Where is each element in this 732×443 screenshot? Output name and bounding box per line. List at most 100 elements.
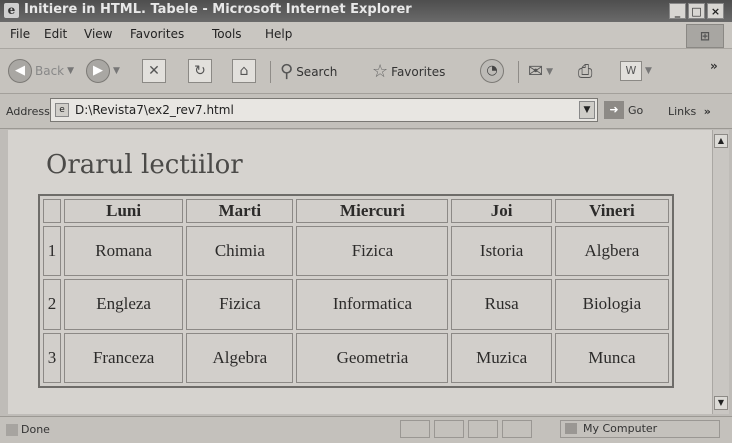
header-vineri: Vineri: [554, 199, 669, 223]
address-input[interactable]: e D:\Revista7\ex2_rev7.html ▼: [50, 98, 598, 122]
toolbar-separator: [518, 61, 519, 83]
back-icon: ◀: [8, 59, 32, 83]
address-dropdown-icon[interactable]: ▼: [579, 101, 595, 119]
mail-button[interactable]: ✉ ▼: [528, 61, 553, 82]
table-cell: Fizica: [186, 279, 294, 330]
maximize-button[interactable]: □: [688, 3, 705, 19]
home-button[interactable]: ⌂: [232, 59, 256, 83]
menu-bar: File Edit View Favorites Tools Help ⊞: [0, 22, 732, 49]
header-marti: Marti: [186, 199, 294, 223]
table-cell: Munca: [554, 332, 669, 383]
favorites-star-icon: ☆: [372, 61, 389, 82]
computer-icon: [565, 423, 577, 434]
search-label: Search: [296, 64, 338, 79]
toolbar-separator: [270, 61, 271, 83]
home-icon: ⌂: [232, 59, 256, 83]
status-text: Done: [21, 423, 50, 436]
print-button[interactable]: ⎙: [578, 61, 592, 82]
forward-button[interactable]: ▶ ▼: [86, 59, 120, 83]
window-controls: _ □ ×: [669, 3, 724, 19]
menu-favorites[interactable]: Favorites: [130, 27, 184, 41]
table-cell: Istoria: [451, 226, 552, 277]
history-icon: ◔: [480, 59, 504, 83]
favorites-button[interactable]: ☆ Favorites: [372, 61, 445, 82]
toolbar: ◀ Back ▼ ▶ ▼ ✕ ↻ ⌂ ⚲ Search ☆ Favorites …: [0, 49, 732, 94]
row-number: 3: [43, 332, 61, 383]
back-button[interactable]: ◀ Back ▼: [8, 59, 74, 83]
edit-icon: W: [620, 61, 642, 81]
mail-icon: ✉: [528, 61, 544, 82]
status-pane: [400, 420, 430, 438]
browser-window: e Initiere in HTML. Tabele - Microsoft I…: [0, 0, 732, 443]
table-row: 1 Romana Chimia Fizica Istoria Algbera: [43, 226, 669, 277]
menu-help[interactable]: Help: [265, 27, 292, 41]
table-cell: Romana: [64, 226, 184, 277]
table-cell: Geometria: [296, 332, 449, 383]
header-miercuri: Miercuri: [296, 199, 449, 223]
favorites-label: Favorites: [391, 64, 446, 79]
table-cell: Muzica: [451, 332, 552, 383]
table-row: 3 Franceza Algebra Geometria Muzica Munc…: [43, 332, 669, 383]
go-label: Go: [628, 103, 644, 117]
menu-edit[interactable]: Edit: [44, 27, 67, 41]
ie-logo-icon: e: [4, 3, 19, 18]
toolbar-chevron-icon[interactable]: »: [710, 59, 718, 73]
edit-button[interactable]: W ▼: [620, 61, 652, 81]
menu-view[interactable]: View: [84, 27, 112, 41]
table-cell: Rusa: [451, 279, 552, 330]
mail-dropdown-icon: ▼: [546, 66, 554, 77]
links-label: Links: [668, 105, 697, 118]
header-joi: Joi: [451, 199, 552, 223]
status-done: Done: [6, 423, 50, 436]
back-label: Back: [35, 64, 65, 78]
status-pane: [468, 420, 498, 438]
search-icon: ⚲: [280, 61, 294, 82]
history-button[interactable]: ◔: [480, 59, 504, 83]
scroll-down-icon[interactable]: ▼: [714, 396, 728, 410]
edit-dropdown-icon: ▼: [645, 66, 652, 76]
table-cell: Algbera: [554, 226, 669, 277]
menu-file[interactable]: File: [10, 27, 30, 41]
table-cell: Algebra: [186, 332, 294, 383]
stop-button[interactable]: ✕: [142, 59, 166, 83]
minimize-button[interactable]: _: [669, 3, 686, 19]
close-button[interactable]: ×: [707, 3, 724, 19]
go-arrow-icon: ➜: [604, 101, 624, 119]
forward-dropdown-icon: ▼: [113, 66, 120, 76]
table-cell: Franceza: [64, 332, 184, 383]
address-label: Address: [6, 105, 50, 118]
page-title: Orarul lectiilor: [46, 150, 243, 180]
title-bar: e Initiere in HTML. Tabele - Microsoft I…: [0, 0, 732, 22]
address-bar: Address e D:\Revista7\ex2_rev7.html ▼ ➜ …: [0, 94, 732, 129]
window-title: Initiere in HTML. Tabele - Microsoft Int…: [24, 2, 412, 17]
page-icon: e: [55, 103, 69, 117]
address-value: D:\Revista7\ex2_rev7.html: [75, 103, 234, 117]
table-cell: Fizica: [296, 226, 449, 277]
row-number: 2: [43, 279, 61, 330]
status-zone-label: My Computer: [583, 422, 658, 435]
go-button[interactable]: ➜ Go: [604, 101, 643, 119]
table-cell: Informatica: [296, 279, 449, 330]
scroll-up-icon[interactable]: ▲: [714, 134, 728, 148]
schedule-table: Luni Marti Miercuri Joi Vineri 1 Romana …: [38, 194, 674, 388]
refresh-icon: ↻: [188, 59, 212, 83]
forward-icon: ▶: [86, 59, 110, 83]
page-done-icon: [6, 424, 18, 436]
header-corner: [43, 199, 61, 223]
links-chevron-icon: »: [703, 105, 711, 118]
table-header-row: Luni Marti Miercuri Joi Vineri: [43, 199, 669, 223]
status-pane: [502, 420, 532, 438]
menu-tools[interactable]: Tools: [212, 27, 242, 41]
search-button[interactable]: ⚲ Search: [280, 61, 337, 82]
windows-logo-icon: ⊞: [686, 24, 724, 48]
print-icon: ⎙: [578, 61, 593, 82]
page-content: Orarul lectiilor Luni Marti Miercuri Joi…: [8, 130, 712, 414]
back-dropdown-icon: ▼: [67, 66, 75, 76]
table-cell: Biologia: [554, 279, 669, 330]
links-button[interactable]: Links »: [668, 105, 711, 118]
vertical-scrollbar[interactable]: ▲ ▼: [712, 130, 729, 414]
status-zone: My Computer: [560, 420, 720, 438]
table-cell: Chimia: [186, 226, 294, 277]
refresh-button[interactable]: ↻: [188, 59, 212, 83]
stop-icon: ✕: [142, 59, 166, 83]
